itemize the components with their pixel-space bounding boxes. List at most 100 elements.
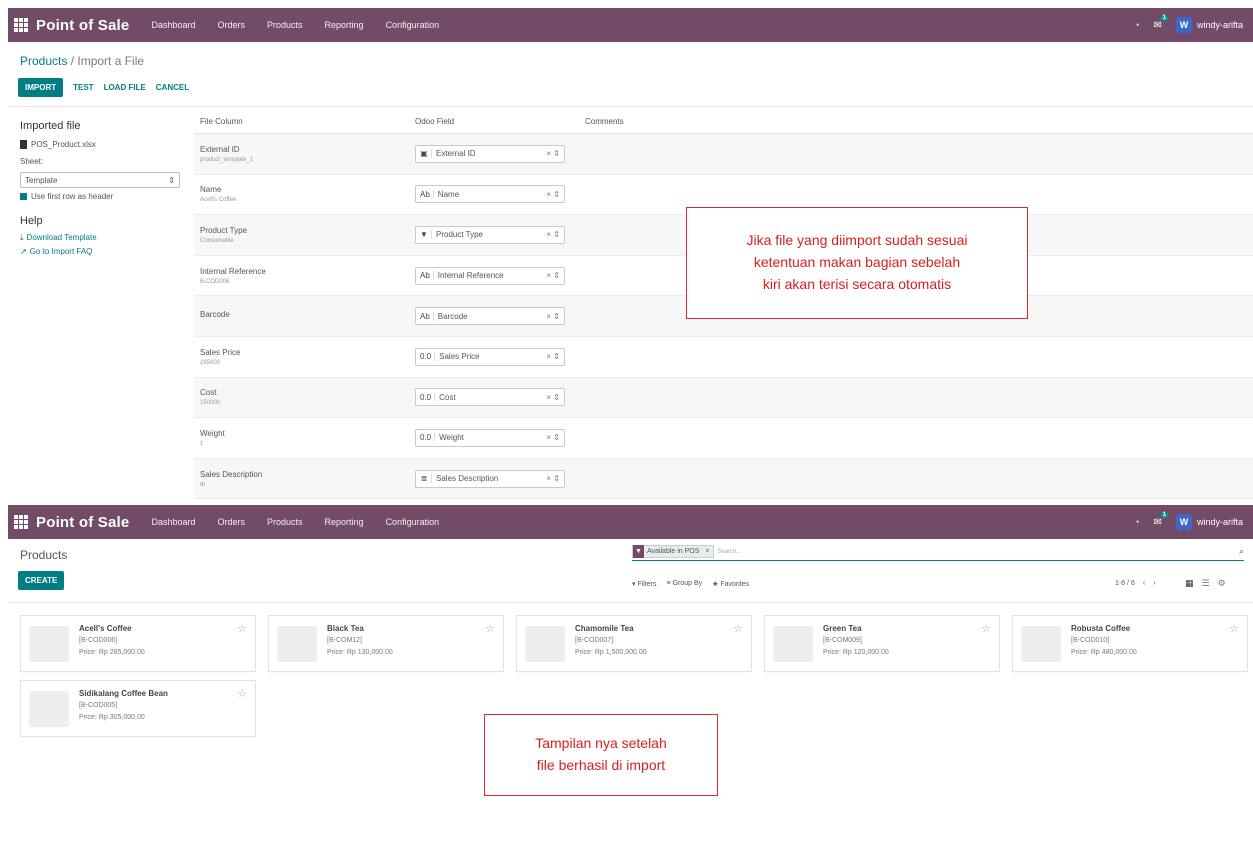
odoo-field-select[interactable]: ▼ Product Type × ⇕ xyxy=(415,225,565,244)
activity-icon[interactable]: ◔ xyxy=(1134,517,1139,527)
sheet-select[interactable]: Template ⇕ xyxy=(20,172,180,188)
list-view-icon[interactable]: ☰ xyxy=(1202,578,1210,589)
user-menu[interactable]: W windy-arifta xyxy=(1175,514,1243,530)
product-card[interactable]: Acell's Coffee [B-COD006] Price: Rp 285,00… xyxy=(20,615,256,672)
favorite-star-icon[interactable]: ☆ xyxy=(237,622,247,635)
checkbox-checked-icon[interactable] xyxy=(20,193,27,200)
load-file-button[interactable]: LOAD FILE xyxy=(104,83,146,92)
pager-prev-icon[interactable]: ‹ xyxy=(1143,580,1145,587)
top-navbar: Point of Sale Dashboard Orders Products … xyxy=(8,8,1253,42)
cancel-button[interactable]: CANCEL xyxy=(156,83,189,92)
app-brand[interactable]: Point of Sale xyxy=(36,17,129,34)
product-card[interactable]: Black Tea [B-COM12] Price: Rp 130,000.00 ☆ xyxy=(268,615,504,672)
menu-dashboard[interactable]: Dashboard xyxy=(151,517,195,527)
chat-icon[interactable]: ✉ 1 xyxy=(1154,14,1168,31)
favorite-star-icon[interactable]: ☆ xyxy=(733,622,743,635)
product-card[interactable]: Green Tea [B-COM009] Price: Rp 120,000.00 ☆ xyxy=(764,615,1000,672)
user-menu[interactable]: W windy-arifta xyxy=(1175,17,1243,33)
group-by-dropdown[interactable]: ≡ Group By xyxy=(667,580,703,588)
favorite-star-icon[interactable]: ☆ xyxy=(981,622,991,635)
odoo-field-select[interactable]: ≣ Sales Description × ⇕ xyxy=(415,469,565,488)
menu-reporting[interactable]: Reporting xyxy=(325,20,364,30)
field-value: Sales Description xyxy=(436,474,499,484)
header-file-column: File Column xyxy=(200,117,243,126)
field-value: External ID xyxy=(436,149,476,159)
breadcrumb-products[interactable]: Products xyxy=(20,54,67,68)
search-input[interactable]: Search... xyxy=(718,549,742,555)
odoo-field-select[interactable]: 0.0 Sales Price × ⇕ xyxy=(415,347,565,366)
clear-select-icon[interactable]: × ⇕ xyxy=(546,393,560,402)
clear-select-icon[interactable]: × ⇕ xyxy=(546,433,560,442)
kanban-view-icon[interactable]: ▦ xyxy=(1185,578,1194,589)
menu-configuration[interactable]: Configuration xyxy=(386,20,440,30)
product-price: Price: Rp 285,000.00 xyxy=(79,649,145,656)
odoo-field-select[interactable]: Ab Barcode × ⇕ xyxy=(415,307,565,326)
apps-menu-icon[interactable] xyxy=(14,515,28,529)
import-faq-link[interactable]: ↗ Go to Import FAQ xyxy=(20,247,185,256)
table-row: External ID product_template_1 ▣ External I… xyxy=(194,134,1253,175)
product-name: Sidikalang Coffee Bean xyxy=(79,689,168,698)
chat-icon[interactable]: ✉ 1 xyxy=(1154,511,1168,528)
menu-reporting[interactable]: Reporting xyxy=(325,517,364,527)
menu-orders[interactable]: Orders xyxy=(217,517,245,527)
product-name: Green Tea xyxy=(823,624,862,633)
favorite-star-icon[interactable]: ☆ xyxy=(237,687,247,700)
product-card[interactable]: Chamomile Tea [B-COD007] Price: Rp 1,500,0… xyxy=(516,615,752,672)
import-button[interactable]: IMPORT xyxy=(18,78,64,97)
odoo-field-select[interactable]: 0.0 Cost × ⇕ xyxy=(415,388,565,407)
activity-icon[interactable]: ◔ xyxy=(1134,20,1139,30)
download-template-link[interactable]: ⤓ Download Template xyxy=(20,233,185,243)
facet-remove-icon[interactable]: × xyxy=(702,548,712,555)
product-card[interactable]: Sidikalang Coffee Bean [B-COD005] Price: R… xyxy=(20,680,256,737)
clear-select-icon[interactable]: × ⇕ xyxy=(546,149,560,158)
product-card[interactable]: Robusta Coffee [B-COD010] Price: Rp 480,00… xyxy=(1012,615,1248,672)
odoo-field-select[interactable]: Ab Name × ⇕ xyxy=(415,185,565,204)
clear-select-icon[interactable]: × ⇕ xyxy=(546,230,560,239)
column-name: Product Type xyxy=(200,225,247,235)
pager-next-icon[interactable]: › xyxy=(1153,580,1155,587)
search-facet[interactable]: ▼ Available in POS × xyxy=(632,545,714,558)
product-image xyxy=(1021,626,1061,662)
odoo-field-select[interactable]: Ab Internal Reference × ⇕ xyxy=(415,266,565,285)
menu-products[interactable]: Products xyxy=(267,20,303,30)
odoo-field-select[interactable]: ▣ External ID × ⇕ xyxy=(415,144,565,163)
field-type-icon: 0.0 xyxy=(420,433,436,443)
field-value: Barcode xyxy=(437,311,468,321)
product-image xyxy=(29,626,69,662)
favorites-dropdown[interactable]: ★ Favorites xyxy=(712,580,749,588)
odoo-field-select[interactable]: 0.0 Weight × ⇕ xyxy=(415,428,565,447)
pager-value[interactable]: 1-6 / 6 xyxy=(1115,580,1135,587)
create-wrapper: CREATE xyxy=(18,570,65,590)
favorite-star-icon[interactable]: ☆ xyxy=(1229,622,1239,635)
column-name: Barcode xyxy=(200,310,230,320)
clear-select-icon[interactable]: × ⇕ xyxy=(546,271,560,280)
menu-configuration[interactable]: Configuration xyxy=(386,517,440,527)
product-name: Chamomile Tea xyxy=(575,624,634,633)
apps-menu-icon[interactable] xyxy=(14,18,28,32)
field-value: Cost xyxy=(439,392,456,402)
clear-select-icon[interactable]: × ⇕ xyxy=(546,312,560,321)
file-column-cell: Product Type Consumable xyxy=(194,226,409,244)
divider xyxy=(8,602,1253,603)
search-icon[interactable]: ⌕ xyxy=(1239,546,1244,557)
menu-products[interactable]: Products xyxy=(267,517,303,527)
header-checkbox[interactable]: Use first row as header xyxy=(20,192,185,201)
menu-orders[interactable]: Orders xyxy=(217,20,245,30)
download-icon: ⤓ xyxy=(20,233,24,242)
clear-select-icon[interactable]: × ⇕ xyxy=(546,190,560,199)
create-button[interactable]: CREATE xyxy=(18,571,65,590)
clear-select-icon[interactable]: × ⇕ xyxy=(546,352,560,361)
field-value: Name xyxy=(437,189,460,199)
clear-select-icon[interactable]: × ⇕ xyxy=(546,474,560,483)
test-button[interactable]: TEST xyxy=(73,83,93,92)
file-column-cell: Name Acell's Coffee xyxy=(194,185,409,203)
menu-dashboard[interactable]: Dashboard xyxy=(151,20,195,30)
favorite-star-icon[interactable]: ☆ xyxy=(485,622,495,635)
column-name: Weight xyxy=(200,428,225,438)
callout-line: kiri akan terisi secara otomatis xyxy=(762,275,952,292)
filters-dropdown[interactable]: ▾ Filters xyxy=(632,580,657,588)
app-brand[interactable]: Point of Sale xyxy=(36,514,129,531)
file-column-cell: Weight 1 xyxy=(194,429,409,447)
settings-view-icon[interactable]: ⚙ xyxy=(1218,578,1226,589)
field-value: Product Type xyxy=(436,230,483,240)
